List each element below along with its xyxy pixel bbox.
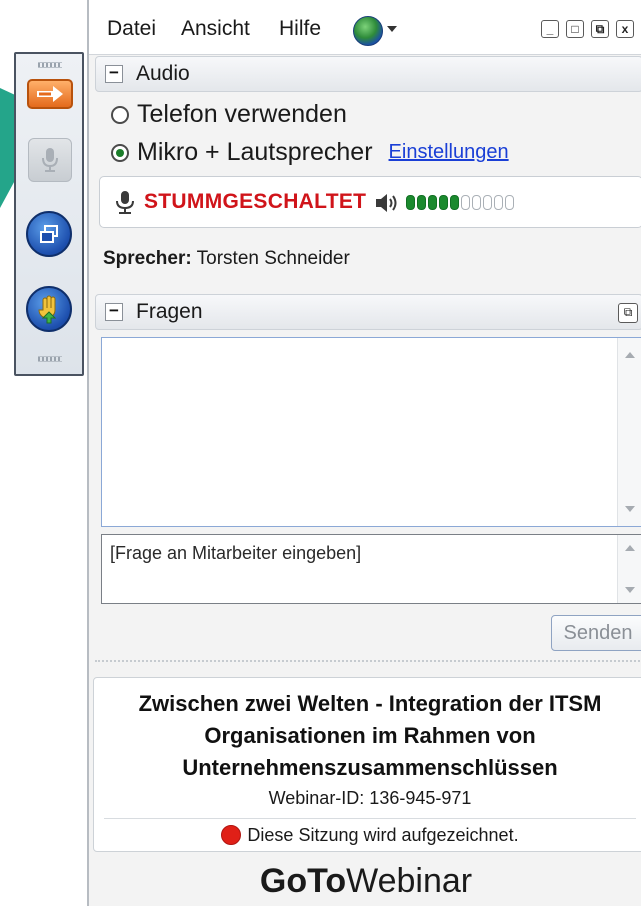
level-dot <box>450 195 459 210</box>
radio-mikro-label: Mikro + Lautsprecher <box>137 138 373 166</box>
fragen-section-header[interactable]: − Fragen ⧉ <box>95 294 641 330</box>
grab-tab-toolbar[interactable] <box>14 52 84 376</box>
send-button[interactable]: Senden <box>551 615 641 651</box>
restore-button[interactable]: ⧉ <box>591 20 609 38</box>
audio-section-header[interactable]: − Audio <box>95 56 641 92</box>
level-dot <box>417 195 426 210</box>
popout-icon[interactable]: ⧉ <box>618 303 638 323</box>
divider <box>95 660 641 662</box>
speaker-name: Torsten Schneider <box>196 248 350 269</box>
menu-hilfe[interactable]: Hilfe <box>279 17 321 41</box>
grip-top[interactable] <box>38 62 62 68</box>
questions-log[interactable] <box>101 337 641 527</box>
microphone-icon <box>42 148 58 172</box>
audio-title: Audio <box>136 62 190 85</box>
question-input[interactable]: [Frage an Mitarbeiter eingeben] <box>101 534 641 604</box>
mute-status-box[interactable]: STUMMGESCHALTET <box>99 176 641 228</box>
scroll-up-icon[interactable] <box>625 545 635 551</box>
control-panel: Datei Ansicht Hilfe _ □ ⧉ x − Audio Tele… <box>87 0 641 906</box>
windows-icon <box>40 225 58 243</box>
raise-hand-button[interactable] <box>26 286 72 332</box>
radio-telefon[interactable]: Telefon verwenden <box>111 100 347 129</box>
level-dot <box>505 195 514 210</box>
level-dot <box>494 195 503 210</box>
maximize-button[interactable]: □ <box>566 20 584 38</box>
level-dot <box>428 195 437 210</box>
webinar-title-line3: Unternehmenszusammenschlüssen <box>182 755 558 780</box>
menu-bar: Datei Ansicht Hilfe _ □ ⧉ x <box>89 0 641 55</box>
question-input-placeholder: [Frage an Mitarbeiter eingeben] <box>110 543 362 563</box>
close-button[interactable]: x <box>616 20 634 38</box>
scroll-down-icon[interactable] <box>625 506 635 512</box>
webinar-id: Webinar-ID: 136-945-971 <box>268 788 472 808</box>
show-hide-panel-button[interactable] <box>27 79 73 109</box>
questions-log-scrollbar[interactable] <box>617 338 641 526</box>
minimize-button[interactable]: _ <box>541 20 559 38</box>
menu-datei[interactable]: Datei <box>107 17 156 41</box>
arrow-right-icon <box>37 86 63 102</box>
webinar-title-line1: Zwischen zwei Welten - Integration der I… <box>138 691 602 716</box>
collapse-audio-button[interactable]: − <box>105 64 123 83</box>
audio-level-meter <box>406 195 514 210</box>
webinar-title: Zwischen zwei Welten - Integration der I… <box>94 688 641 784</box>
question-input-scrollbar[interactable] <box>617 535 641 603</box>
level-dot <box>461 195 470 210</box>
level-dot <box>472 195 481 210</box>
window-button[interactable] <box>26 211 72 257</box>
radio-telefon-circle[interactable] <box>111 105 129 124</box>
microphone-button[interactable] <box>28 138 72 182</box>
radio-telefon-label: Telefon verwenden <box>137 100 347 128</box>
level-dot <box>483 195 492 210</box>
webinar-info-box: Zwischen zwei Welten - Integration der I… <box>93 677 641 852</box>
logo-webinar: Webinar <box>346 862 473 900</box>
radio-mikro[interactable]: Mikro + Lautsprecher Einstellungen <box>111 138 509 167</box>
info-separator <box>104 818 636 819</box>
fragen-title: Fragen <box>136 300 203 323</box>
level-dot <box>406 195 415 210</box>
speaker-label: Sprecher: <box>103 248 192 269</box>
grip-bottom[interactable] <box>38 356 62 362</box>
speaker-icon <box>376 194 397 212</box>
recording-notice: Diese Sitzung wird aufgezeichnet. <box>94 825 641 846</box>
level-dot <box>439 195 448 210</box>
raise-hand-icon <box>38 295 57 324</box>
globe-icon[interactable] <box>353 16 383 46</box>
menu-ansicht[interactable]: Ansicht <box>181 17 250 41</box>
mute-status-text: STUMMGESCHALTET <box>144 190 367 213</box>
gotowebinar-logo: GoToWebinar <box>89 856 641 906</box>
einstellungen-link[interactable]: Einstellungen <box>389 141 509 164</box>
radio-mikro-circle[interactable] <box>111 143 129 162</box>
scroll-down-icon[interactable] <box>625 587 635 593</box>
collapse-fragen-button[interactable]: − <box>105 302 123 321</box>
scroll-up-icon[interactable] <box>625 352 635 358</box>
logo-goto: GoTo <box>259 862 347 900</box>
chevron-down-icon[interactable] <box>387 26 397 32</box>
microphone-icon[interactable] <box>114 190 136 216</box>
recording-dot-icon <box>221 825 242 845</box>
speaker-line: Sprecher: Torsten Schneider <box>103 248 350 270</box>
webinar-title-line2: Organisationen im Rahmen von <box>204 723 536 748</box>
recording-notice-text: Diese Sitzung wird aufgezeichnet. <box>247 825 519 845</box>
